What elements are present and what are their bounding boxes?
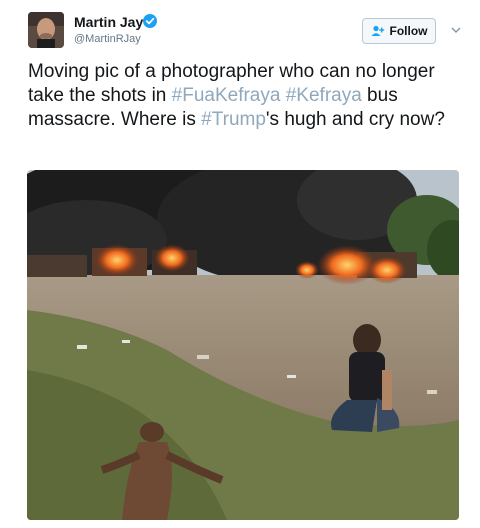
hashtag-link[interactable]: #FuaKefraya bbox=[172, 85, 281, 106]
author-handle[interactable]: @MartinRJay bbox=[74, 33, 141, 45]
add-user-icon bbox=[371, 25, 384, 36]
tweet-text: Moving pic of a photographer who can no … bbox=[28, 60, 472, 132]
tweet-header: Martin Jay @MartinRJay Follow bbox=[28, 12, 468, 52]
hashtag-link[interactable]: #Trump bbox=[201, 109, 266, 130]
chevron-down-icon[interactable] bbox=[450, 24, 462, 36]
follow-label: Follow bbox=[389, 24, 428, 38]
verified-badge-icon bbox=[143, 14, 157, 28]
tweet-text-part: 's hugh and cry now? bbox=[265, 109, 445, 130]
tweet-photo[interactable] bbox=[27, 170, 459, 520]
avatar[interactable] bbox=[28, 12, 64, 48]
photo-image bbox=[27, 170, 459, 520]
author-name[interactable]: Martin Jay bbox=[74, 14, 143, 30]
hashtag-link[interactable]: #Kefraya bbox=[286, 85, 362, 106]
follow-button[interactable]: Follow bbox=[362, 18, 436, 44]
